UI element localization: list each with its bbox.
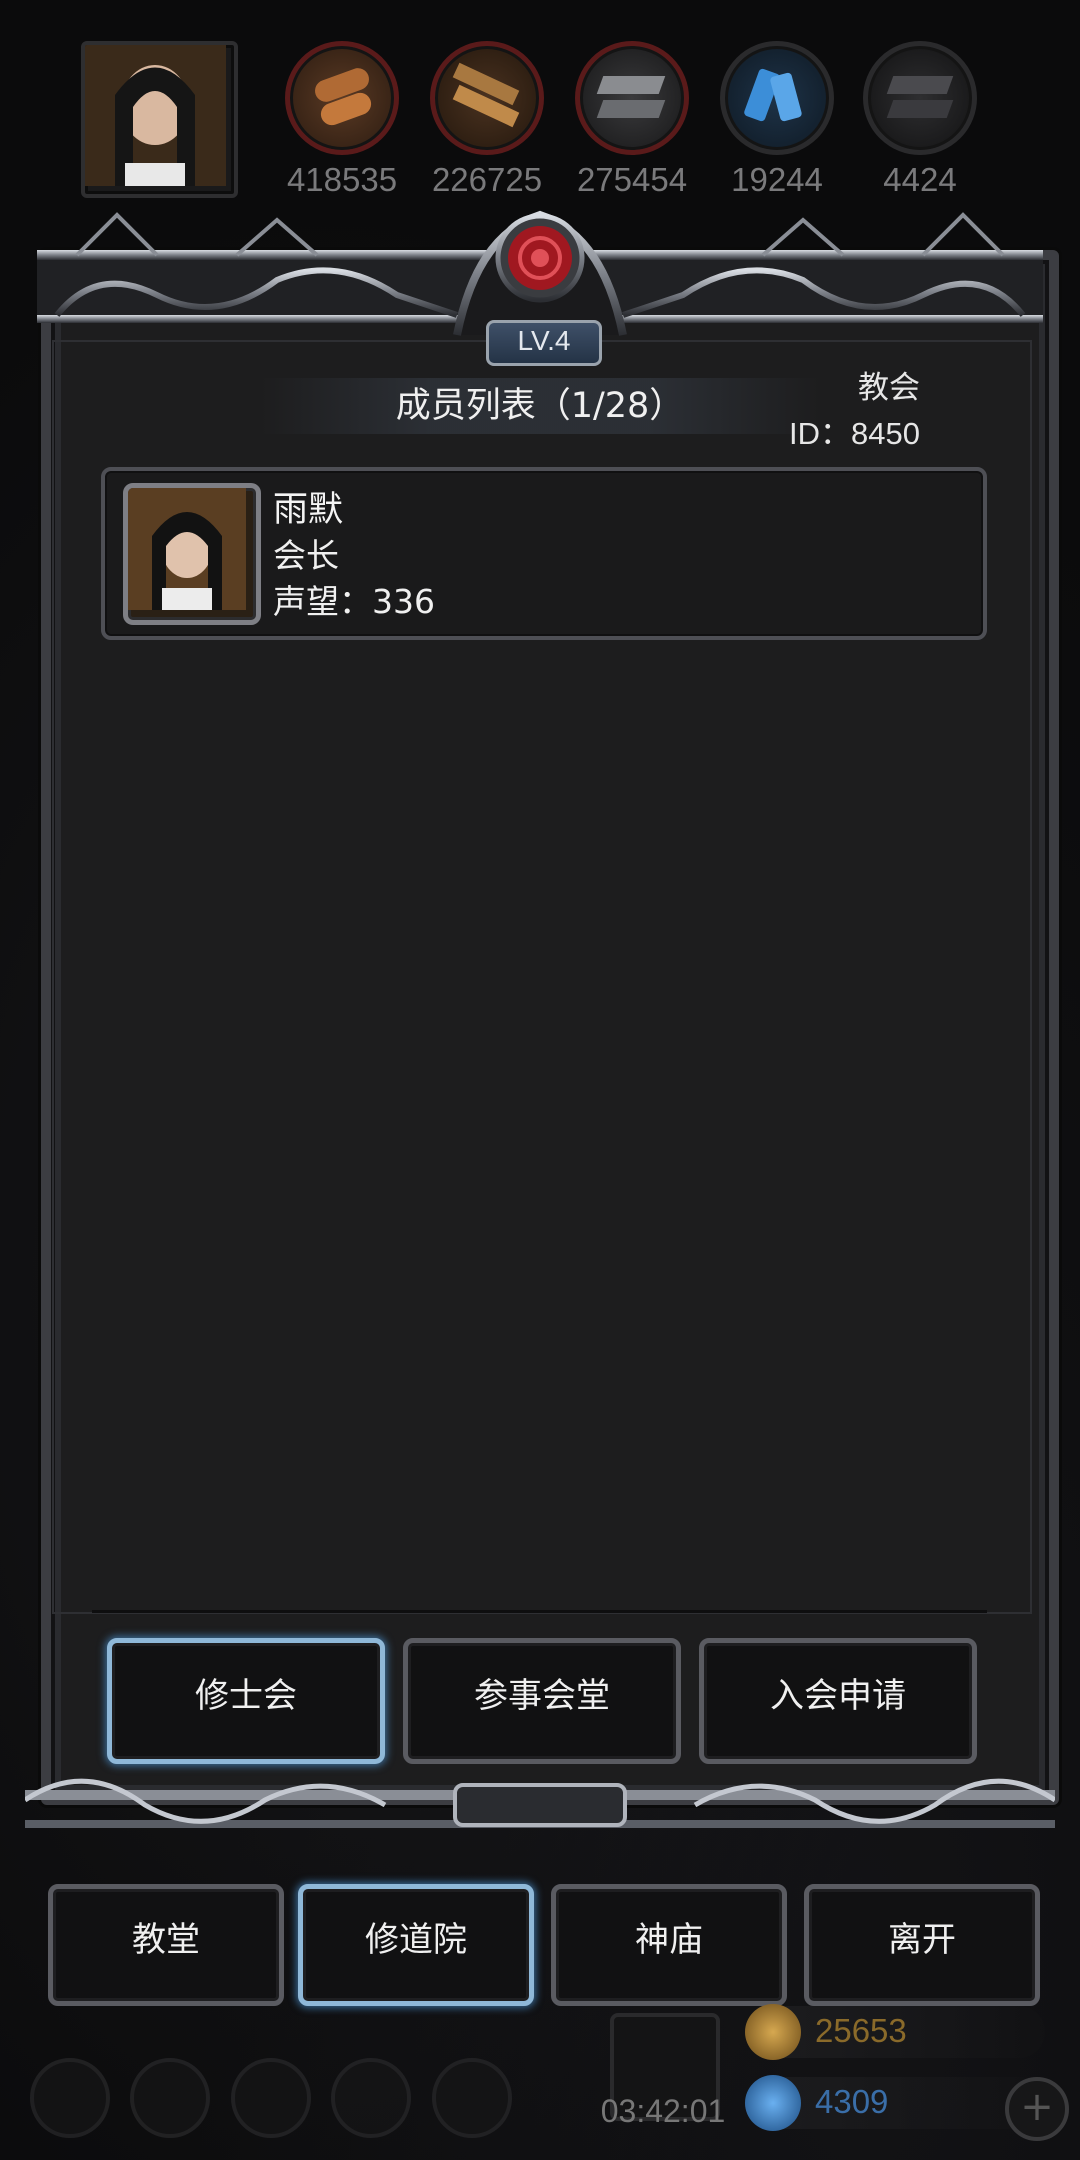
- gem-value: 4309: [815, 2083, 889, 2120]
- achievement-star-icon[interactable]: [130, 2058, 210, 2138]
- gem-currency: 4309: [745, 2075, 1045, 2131]
- list-divider: [92, 1610, 987, 1613]
- gold-value: 25653: [815, 2012, 907, 2049]
- guild-id-label: ID：8450: [789, 416, 920, 451]
- resource-value: 4424: [883, 161, 957, 198]
- resource-wood[interactable]: 418535: [277, 41, 407, 199]
- resource-crystal[interactable]: 19244: [712, 41, 842, 199]
- member-name: 雨默: [273, 490, 344, 530]
- nav-leave[interactable]: 离开: [804, 1884, 1040, 2006]
- portrait-image: [85, 45, 226, 186]
- resource-value: 226725: [431, 161, 543, 198]
- resource-dark-metal[interactable]: 4424: [855, 41, 985, 199]
- gift-timer: 03:42:01: [600, 2093, 726, 2129]
- resource-value: 19244: [731, 161, 823, 198]
- resource-value: 275454: [576, 161, 688, 198]
- mail-icon[interactable]: [331, 2058, 411, 2138]
- guild-level-badge: LV.4: [486, 320, 602, 366]
- iron-ingots-icon: [575, 41, 689, 155]
- dark-metal-icon: [863, 41, 977, 155]
- player-avatar[interactable]: [81, 41, 238, 198]
- resource-value: 418535: [286, 161, 398, 198]
- member-list-title: 成员列表（1/28）: [260, 378, 820, 434]
- blue-gem-icon: [745, 2075, 801, 2131]
- blue-crystal-icon: [720, 41, 834, 155]
- member-avatar: [123, 483, 261, 625]
- member-portrait-image: [128, 488, 246, 610]
- nav-monastery[interactable]: 修道院: [298, 1884, 534, 2006]
- guild-banner-icon[interactable]: [231, 2058, 311, 2138]
- add-currency-button[interactable]: +: [1005, 2077, 1069, 2141]
- lumber-planks-icon: [430, 41, 544, 155]
- resource-lumber[interactable]: 226725: [422, 41, 552, 199]
- tab-council-hall[interactable]: 参事会堂: [403, 1638, 681, 1764]
- gold-coin-icon: [745, 2004, 801, 2060]
- wood-logs-icon: [285, 41, 399, 155]
- nav-church[interactable]: 教堂: [48, 1884, 284, 2006]
- task-scroll-icon[interactable]: [432, 2058, 512, 2138]
- nav-temple[interactable]: 神庙: [551, 1884, 787, 2006]
- tab-brotherhood[interactable]: 修士会: [107, 1638, 385, 1764]
- member-card[interactable]: 雨默 会长 声望：336: [101, 467, 987, 640]
- ornate-frame-bottom: [25, 1778, 1055, 1828]
- gold-currency: 25653: [745, 2004, 1045, 2060]
- guild-type-label: 教会: [858, 370, 920, 406]
- settings-gear-icon[interactable]: [30, 2058, 110, 2138]
- member-role: 会长: [273, 536, 339, 575]
- member-reputation: 声望：336: [273, 582, 435, 621]
- resource-iron[interactable]: 275454: [567, 41, 697, 199]
- tab-join-requests[interactable]: 入会申请: [699, 1638, 977, 1764]
